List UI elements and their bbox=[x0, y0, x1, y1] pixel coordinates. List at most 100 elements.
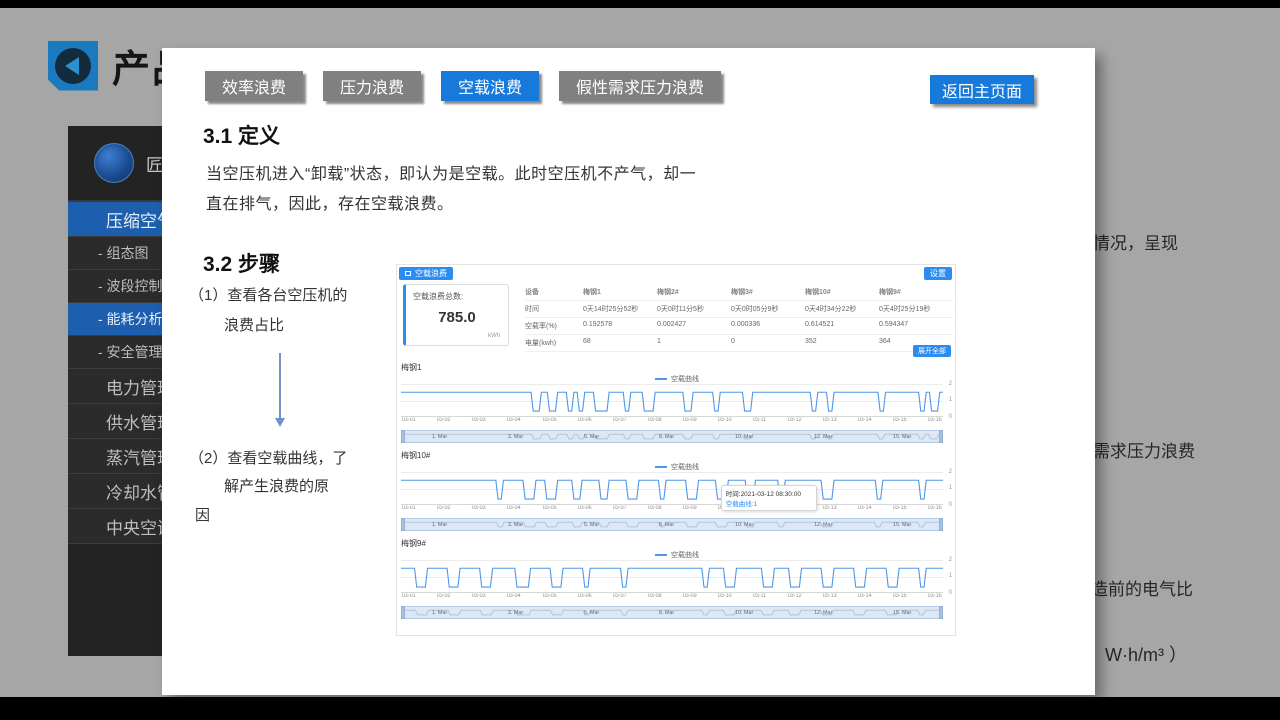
table-cell: 0天4时34分22秒 bbox=[805, 301, 879, 318]
noload-curve-chart: 梅钢10# 空载曲线 210时间:2021-03-12 08:30:00空载曲线… bbox=[401, 450, 953, 531]
x-axis-tick: 03-15 bbox=[893, 506, 907, 515]
chart-legend[interactable]: 空载曲线 bbox=[401, 462, 953, 472]
slider-handle-right[interactable] bbox=[939, 430, 943, 443]
presentation-slide: 产品 匠 压缩空气- 组态图- 波段控制- 能耗分析- 安全管理电力管理供水管理… bbox=[0, 8, 1280, 697]
device-stats-table: 设备梅钢1梅钢2#梅钢3#梅钢10#梅钢9#时间0天14时25分52秒0天0时1… bbox=[525, 284, 953, 352]
expand-all-button[interactable]: 展开全部 bbox=[913, 345, 951, 357]
tab-noload-waste[interactable]: 空载浪费 bbox=[441, 71, 539, 101]
tab-row: 效率浪费 压力浪费 空载浪费 假性需求压力浪费 bbox=[205, 71, 721, 101]
slider-handle-left[interactable] bbox=[401, 606, 405, 619]
y-axis-tick: 0 bbox=[949, 414, 952, 420]
slider-date-label: 3. Mar bbox=[508, 522, 523, 527]
chart-device-label: 梅钢10# bbox=[401, 450, 953, 462]
slider-date-label: 8. Mar bbox=[659, 610, 674, 615]
x-axis-tick: 03-05 bbox=[542, 418, 556, 427]
slider-date-label: 3. Mar bbox=[508, 434, 523, 439]
tab-efficiency-waste[interactable]: 效率浪费 bbox=[205, 71, 303, 101]
datazoom-slider[interactable]: 1. Mar3. Mar5. Mar8. Mar10. Mar12. Mar15… bbox=[401, 430, 943, 443]
slider-date-label: 5. Mar bbox=[584, 434, 599, 439]
slider-date-label: 3. Mar bbox=[508, 610, 523, 615]
y-axis-tick: 0 bbox=[949, 502, 952, 508]
step1-text: 浪费占比 bbox=[224, 314, 284, 335]
x-axis-tick: 03-05 bbox=[542, 594, 556, 603]
table-cell: 0 bbox=[731, 335, 805, 352]
x-axis-tick: 03-06 bbox=[577, 594, 591, 603]
table-header-cell: 梅钢2# bbox=[657, 284, 731, 301]
y-axis-tick: 1 bbox=[949, 573, 952, 579]
chart-x-axis: 03-0103-0203-0303-0403-0503-0603-0703-08… bbox=[401, 505, 943, 515]
slider-handle-left[interactable] bbox=[401, 518, 405, 531]
slider-date-label: 1. Mar bbox=[432, 522, 447, 527]
slider-date-label: 5. Mar bbox=[584, 610, 599, 615]
card-unit: kWh bbox=[488, 333, 500, 339]
back-arrow-icon[interactable] bbox=[48, 41, 98, 91]
x-axis-tick: 03-03 bbox=[472, 594, 486, 603]
x-axis-tick: 03-11 bbox=[753, 418, 766, 427]
x-axis-tick: 03-07 bbox=[613, 418, 627, 427]
chart-x-axis: 03-0103-0203-0303-0403-0503-0603-0703-08… bbox=[401, 593, 943, 603]
x-axis-tick: 03-09 bbox=[683, 418, 697, 427]
slider-handle-right[interactable] bbox=[939, 518, 943, 531]
x-axis-tick: 03-09 bbox=[683, 506, 697, 515]
return-home-button[interactable]: 返回主页面 bbox=[930, 75, 1034, 104]
definition-text: 当空压机进入“卸载”状态，即认为是空载。此时空压机不产气，却一 bbox=[206, 160, 696, 184]
chart-device-label: 梅钢1 bbox=[401, 362, 953, 374]
x-axis-tick: 03-01 bbox=[402, 418, 416, 427]
table-header-cell: 梅钢10# bbox=[805, 284, 879, 301]
slider-date-label: 1. Mar bbox=[432, 434, 447, 439]
x-axis-tick: 03-13 bbox=[823, 506, 837, 515]
slider-handle-right[interactable] bbox=[939, 606, 943, 619]
x-axis-tick: 03-14 bbox=[858, 594, 872, 603]
slider-date-label: 12. Mar bbox=[814, 522, 832, 527]
x-axis-tick: 03-16 bbox=[928, 418, 942, 427]
steps-heading: 3.2 步骤 bbox=[203, 248, 280, 278]
definition-text: 直在排气，因此，存在空载浪费。 bbox=[206, 190, 454, 214]
x-axis-tick: 03-10 bbox=[718, 594, 732, 603]
slider-date-label: 10. Mar bbox=[735, 434, 753, 439]
settings-button[interactable]: 设置 bbox=[924, 267, 952, 280]
monitor-icon bbox=[405, 271, 411, 276]
x-axis-tick: 03-08 bbox=[648, 594, 662, 603]
table-header-cell: 梅钢9# bbox=[879, 284, 953, 301]
legend-line-icon bbox=[655, 466, 667, 468]
table-cell: 0.192578 bbox=[583, 318, 657, 335]
noload-waste-total-card: 空载浪费总数: 785.0 kWh bbox=[403, 284, 509, 346]
card-label: 空载浪费总数: bbox=[413, 291, 463, 302]
table-cell: 0天4时25分19秒 bbox=[879, 301, 953, 318]
tooltip-time: 时间:2021-03-12 08:30:00 bbox=[726, 488, 812, 498]
y-axis-tick: 2 bbox=[949, 469, 952, 475]
app-logo-label: 匠 bbox=[146, 151, 163, 176]
x-axis-tick: 03-03 bbox=[472, 506, 486, 515]
slider-date-label: 8. Mar bbox=[659, 522, 674, 527]
x-axis-tick: 03-05 bbox=[542, 506, 556, 515]
chart-plot-area: 210时间:2021-03-12 08:30:00空载曲线:1 bbox=[401, 472, 943, 505]
x-axis-tick: 03-09 bbox=[683, 594, 697, 603]
y-axis-tick: 1 bbox=[949, 485, 952, 491]
card-value: 785.0 bbox=[406, 309, 508, 326]
chart-x-axis: 03-0103-0203-0303-0403-0503-0603-0703-08… bbox=[401, 417, 943, 427]
chart-legend[interactable]: 空载曲线 bbox=[401, 374, 953, 384]
tab-pressure-waste[interactable]: 压力浪费 bbox=[323, 71, 421, 101]
table-cell: 0.000336 bbox=[731, 318, 805, 335]
dashboard-screenshot: 空载浪费 设置 空载浪费总数: 785.0 kWh 设备梅钢1梅钢2#梅钢3#梅… bbox=[396, 264, 956, 636]
y-axis-tick: 2 bbox=[949, 381, 952, 387]
dashboard-title-badge: 空载浪费 bbox=[399, 267, 453, 280]
x-axis-tick: 03-14 bbox=[858, 506, 872, 515]
table-cell: 电量(kwh) bbox=[525, 335, 583, 352]
slider-handle-left[interactable] bbox=[401, 430, 405, 443]
table-cell: 空载率(%) bbox=[525, 318, 583, 335]
chart-legend[interactable]: 空载曲线 bbox=[401, 550, 953, 560]
slider-date-label: 15. Mar bbox=[893, 610, 911, 615]
datazoom-slider[interactable]: 1. Mar3. Mar5. Mar8. Mar10. Mar12. Mar15… bbox=[401, 518, 943, 531]
tab-false-demand-pressure-waste[interactable]: 假性需求压力浪费 bbox=[559, 71, 721, 101]
table-cell: 68 bbox=[583, 335, 657, 352]
table-cell: 0.002427 bbox=[657, 318, 731, 335]
slider-date-label: 1. Mar bbox=[432, 610, 447, 615]
table-cell: 0天0时11分5秒 bbox=[657, 301, 731, 318]
x-axis-tick: 03-01 bbox=[402, 506, 416, 515]
datazoom-slider[interactable]: 1. Mar3. Mar5. Mar8. Mar10. Mar12. Mar15… bbox=[401, 606, 943, 619]
letterbox-bar bbox=[0, 697, 1280, 720]
x-axis-tick: 03-06 bbox=[577, 506, 591, 515]
x-axis-tick: 03-08 bbox=[648, 506, 662, 515]
slider-date-label: 8. Mar bbox=[659, 434, 674, 439]
